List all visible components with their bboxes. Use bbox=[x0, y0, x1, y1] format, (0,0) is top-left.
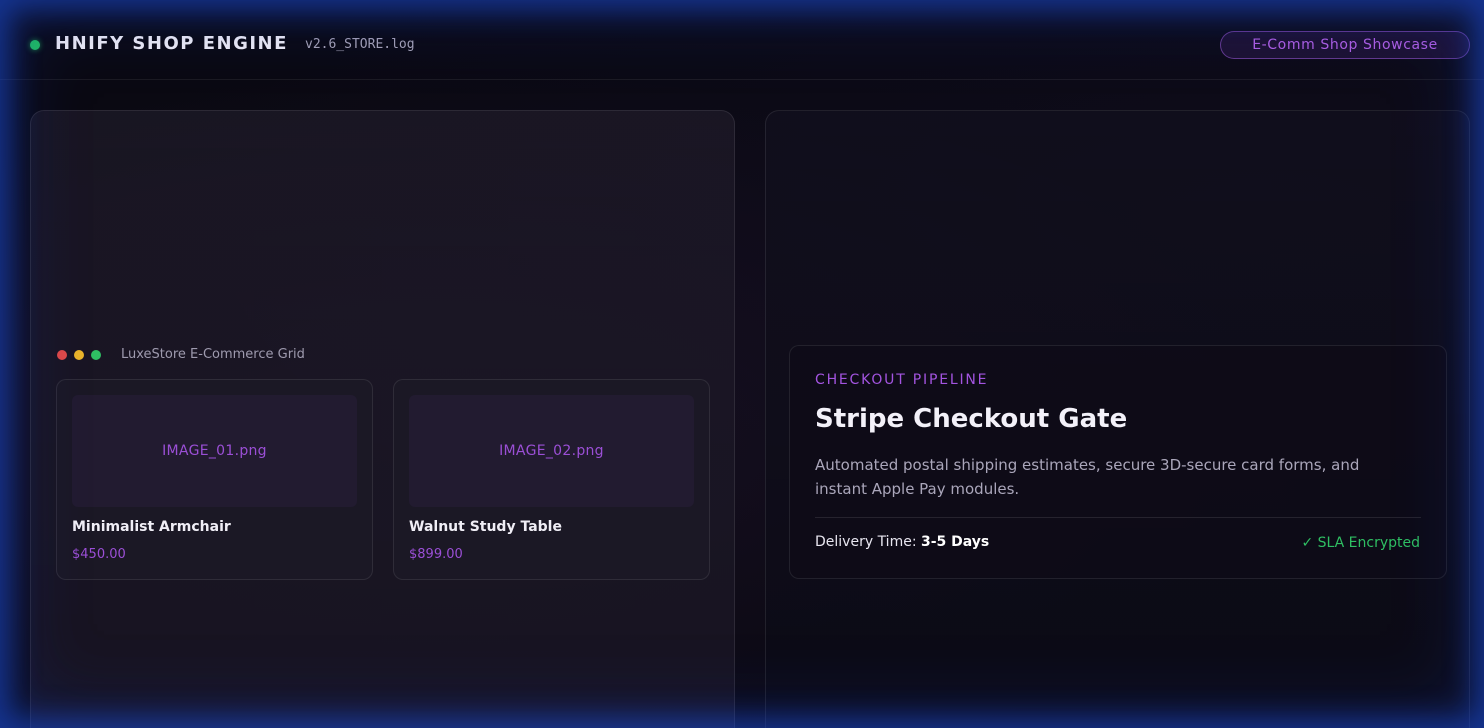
product-image-placeholder[interactable]: IMAGE_01.png bbox=[72, 395, 357, 507]
checkout-eyebrow: CHECKOUT PIPELINE bbox=[815, 372, 989, 388]
checkout-title: Stripe Checkout Gate bbox=[815, 404, 1128, 434]
product-card[interactable]: IMAGE_02.png Walnut Study Table $899.00 bbox=[393, 379, 710, 580]
maximize-dot-icon[interactable] bbox=[91, 350, 101, 360]
minimize-dot-icon[interactable] bbox=[74, 350, 84, 360]
sla-status: ✓ SLA Encrypted bbox=[1301, 535, 1420, 551]
app-frame: HNIFY SHOP ENGINE v2.6_STORE.log E-Comm … bbox=[0, 0, 1484, 728]
delivery-value: 3-5 Days bbox=[921, 534, 990, 550]
window-controls bbox=[57, 350, 101, 360]
brand-title: HNIFY SHOP ENGINE bbox=[55, 33, 288, 54]
product-name[interactable]: Minimalist Armchair bbox=[72, 519, 231, 535]
close-dot-icon[interactable] bbox=[57, 350, 67, 360]
product-image-placeholder[interactable]: IMAGE_02.png bbox=[409, 395, 694, 507]
product-name[interactable]: Walnut Study Table bbox=[409, 519, 562, 535]
version-label: v2.6_STORE.log bbox=[305, 37, 415, 52]
store-grid-panel: LuxeStore E-Commerce Grid IMAGE_01.png M… bbox=[30, 110, 735, 728]
divider bbox=[815, 517, 1421, 518]
checkout-description: Automated postal shipping estimates, sec… bbox=[815, 456, 1360, 498]
checkout-panel: CHECKOUT PIPELINE Stripe Checkout Gate A… bbox=[765, 110, 1470, 728]
status-indicator bbox=[30, 40, 40, 50]
delivery-label: Delivery Time: bbox=[815, 534, 921, 550]
window-title: LuxeStore E-Commerce Grid bbox=[121, 347, 305, 362]
product-card[interactable]: IMAGE_01.png Minimalist Armchair $450.00 bbox=[56, 379, 373, 580]
delivery-time: Delivery Time: 3-5 Days bbox=[815, 534, 989, 550]
checkout-card: CHECKOUT PIPELINE Stripe Checkout Gate A… bbox=[789, 345, 1447, 579]
showcase-badge[interactable]: E-Comm Shop Showcase bbox=[1220, 31, 1470, 59]
product-price: $899.00 bbox=[409, 547, 463, 562]
product-price: $450.00 bbox=[72, 547, 126, 562]
top-header: HNIFY SHOP ENGINE v2.6_STORE.log E-Comm … bbox=[0, 0, 1484, 80]
